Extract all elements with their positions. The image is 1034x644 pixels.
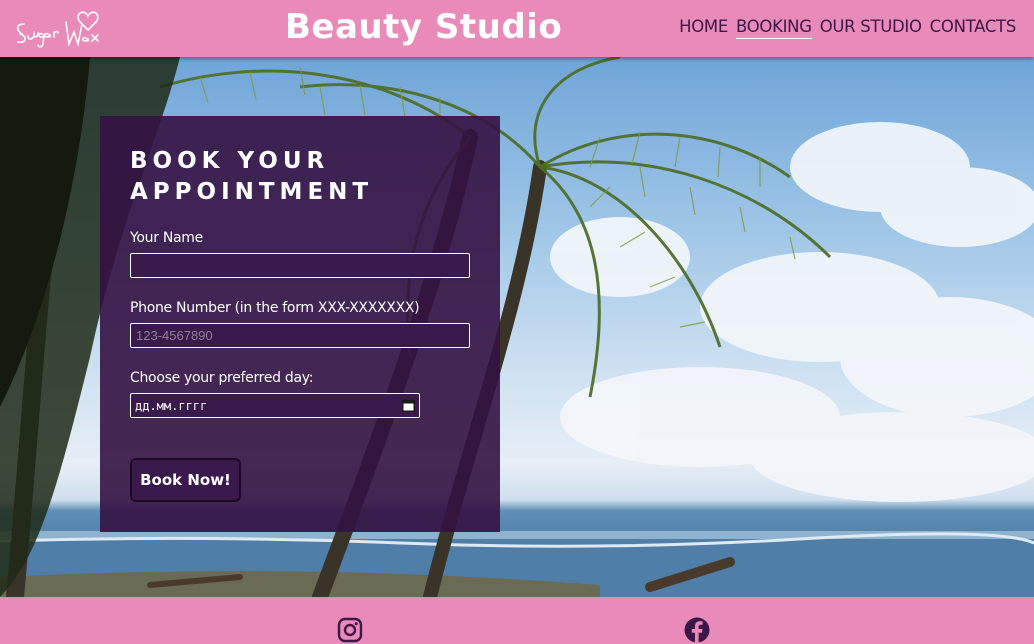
day-label: Choose your preferred day: [130, 370, 314, 386]
facebook-icon[interactable] [684, 617, 710, 643]
phone-label: Phone Number (in the form XXX-XXXXXXX) [130, 300, 420, 316]
calendar-icon[interactable] [402, 399, 415, 412]
book-now-button[interactable]: Book Now! [130, 458, 241, 502]
name-label: Your Name [130, 230, 203, 246]
site-title: Beauty Studio [285, 7, 563, 47]
nav-home[interactable]: HOME [679, 17, 728, 39]
nav-our-studio[interactable]: OUR STUDIO [820, 17, 922, 39]
site-header: Beauty Studio HOME BOOKING OUR STUDIO CO… [0, 0, 1034, 57]
instagram-icon[interactable] [337, 617, 363, 643]
name-input[interactable] [130, 253, 470, 278]
form-heading: BOOK YOUR APPOINTMENT [130, 148, 374, 205]
main-nav: HOME BOOKING OUR STUDIO CONTACTS [679, 17, 1016, 39]
nav-booking[interactable]: BOOKING [735, 17, 812, 39]
booking-form: BOOK YOUR APPOINTMENT Your Name Phone Nu… [100, 116, 500, 532]
site-footer [0, 597, 1034, 644]
sugar-wax-logo[interactable] [8, 2, 112, 54]
phone-input[interactable] [130, 323, 470, 348]
nav-contacts[interactable]: CONTACTS [930, 17, 1017, 39]
date-input[interactable]: дд.мм.гггг [130, 393, 420, 418]
date-input-value: дд.мм.гггг [135, 398, 208, 413]
